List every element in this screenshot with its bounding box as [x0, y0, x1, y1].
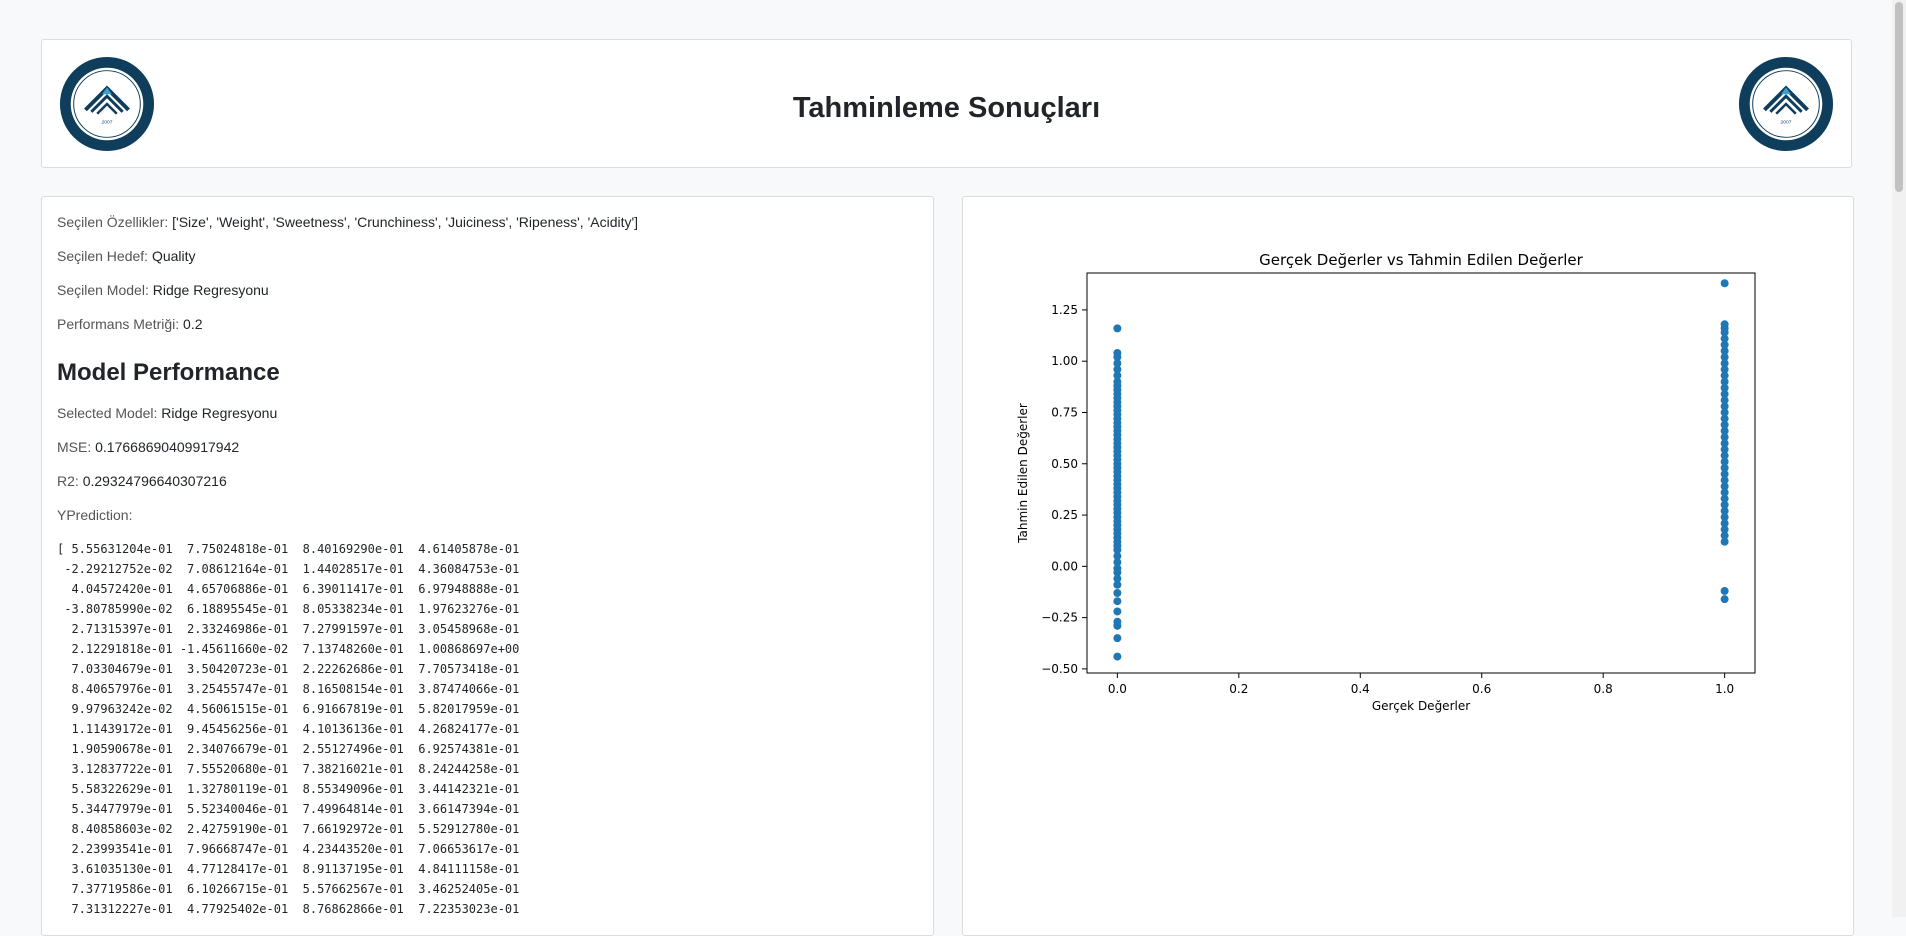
- y-tick-label: −0.50: [1041, 662, 1078, 676]
- page-title: Tahminleme Sonuçları: [792, 92, 1101, 124]
- yprediction-line: 2.12291818e-01 -1.45611660e-02 7.1374826…: [71, 642, 520, 656]
- page-scrollbar[interactable]: [1892, 0, 1906, 917]
- data-point: [1113, 652, 1122, 661]
- yprediction-line: 7.37719586e-01 6.10266715e-01 5.57662567…: [71, 882, 520, 896]
- x-axis-label: Gerçek Değerler: [1372, 699, 1470, 713]
- x-tick-label: 0.2: [1229, 682, 1248, 696]
- y-tick-label: 1.25: [1051, 303, 1078, 317]
- data-point: [1720, 595, 1729, 604]
- yprediction-line: 9.97963242e-02 4.56061515e-01 6.91667819…: [71, 702, 520, 716]
- r2-label: R2:: [57, 473, 79, 489]
- perf-selected-model-value: Ridge Regresyonu: [161, 405, 278, 421]
- yprediction-line: 1.90590678e-01 2.34076679e-01 2.55127496…: [71, 742, 520, 756]
- yprediction-line: [ 5.55631204e-01 7.75024818e-01 8.401692…: [57, 542, 520, 556]
- data-point: [1720, 586, 1729, 595]
- selected-model: Seçilen Model: Ridge Regresyonu: [57, 282, 269, 298]
- chart-panel: Gerçek Değerler vs Tahmin Edilen Değerle…: [962, 196, 1854, 936]
- r2-line: R2: 0.29324796640307216: [57, 473, 227, 489]
- plot-frame: [1086, 272, 1756, 674]
- yprediction-line: 5.34477979e-01 5.52340046e-01 7.49964814…: [71, 802, 520, 816]
- yprediction-line: 3.61035130e-01 4.77128417e-01 8.91137195…: [71, 862, 520, 876]
- data-point: [1113, 617, 1122, 626]
- yprediction-line: 3.12837722e-01 7.55520680e-01 7.38216021…: [71, 762, 520, 776]
- perf-selected-model-label: Selected Model:: [57, 405, 158, 421]
- mse-label: MSE:: [57, 439, 92, 455]
- data-point: [1113, 589, 1122, 597]
- data-point: [1720, 279, 1729, 288]
- data-point: [1720, 320, 1729, 329]
- chart-title: Gerçek Değerler vs Tahmin Edilen Değerle…: [1259, 251, 1583, 269]
- y-tick-label: 0.00: [1051, 559, 1078, 573]
- yprediction-label: YPrediction:: [57, 507, 133, 523]
- yprediction-line: -3.80785990e-02 6.18895545e-01 8.0533823…: [64, 602, 520, 616]
- selected-target-value: Quality: [151, 248, 196, 264]
- university-logo-right: 2007: [1738, 56, 1834, 152]
- selected-features-label: Seçilen Özellikler:: [57, 214, 169, 230]
- yprediction-line: 5.58322629e-01 1.32780119e-01 8.55349096…: [71, 782, 520, 796]
- data-point: [1113, 324, 1122, 333]
- selected-features-value: ['Size', 'Weight', 'Sweetness', 'Crunchi…: [172, 214, 639, 230]
- performance-metric-label: Performans Metriği:: [57, 316, 180, 332]
- scrollbar-thumb[interactable]: [1895, 2, 1903, 192]
- mse-line: MSE: 0.17668690409917942: [57, 439, 239, 455]
- scatter-chart: Gerçek Değerler vs Tahmin Edilen Değerle…: [1016, 251, 1756, 713]
- data-point: [1113, 607, 1122, 616]
- data-point: [1113, 349, 1122, 357]
- model-performance-heading: Model Performance: [57, 359, 280, 386]
- y-tick-label: 0.75: [1051, 405, 1078, 419]
- yprediction-line: 1.11439172e-01 9.45456256e-01 4.10136136…: [71, 722, 520, 736]
- yprediction-line: 2.71315397e-01 2.33246986e-01 7.27991597…: [71, 622, 520, 636]
- y-tick-label: −0.25: [1041, 611, 1078, 625]
- x-tick-label: 0.0: [1108, 682, 1127, 696]
- yprediction-line: -2.29212752e-02 7.08612164e-01 1.4402851…: [64, 562, 520, 576]
- r2-value: 0.29324796640307216: [82, 473, 227, 489]
- data-point: [1113, 597, 1122, 606]
- results-panel: Seçilen Özellikler: ['Size', 'Weight', '…: [41, 196, 934, 936]
- selected-model-label: Seçilen Model:: [57, 282, 149, 298]
- y-axis-label: Tahmin Edilen Değerler: [1016, 403, 1030, 544]
- yprediction-line: 7.03304679e-01 3.50420723e-01 2.22262686…: [71, 662, 520, 676]
- selected-features: Seçilen Özellikler: ['Size', 'Weight', '…: [57, 214, 638, 230]
- yprediction-line: 2.23993541e-01 7.96668747e-01 4.23443520…: [71, 842, 520, 856]
- svg-text:2007: 2007: [1781, 120, 1792, 126]
- yprediction-line: 8.40657976e-01 3.25455747e-01 8.16508154…: [71, 682, 520, 696]
- yprediction-values: [ 5.55631204e-01 7.75024818e-01 8.401692…: [57, 539, 519, 919]
- x-tick-label: 0.6: [1472, 682, 1491, 696]
- selected-target: Seçilen Hedef: Quality: [57, 248, 196, 264]
- x-tick-label: 1.0: [1715, 682, 1734, 696]
- header-card: 2007 Tahminleme Sonuçları 2007: [41, 39, 1852, 168]
- mse-value: 0.17668690409917942: [95, 439, 240, 455]
- performance-metric-value: 0.2: [183, 316, 203, 332]
- y-tick-label: 0.50: [1051, 457, 1078, 471]
- selected-model-value: Ridge Regresyonu: [152, 282, 269, 298]
- data-point: [1113, 634, 1122, 643]
- x-tick-label: 0.4: [1351, 682, 1370, 696]
- performance-metric: Performans Metriği: 0.2: [57, 316, 203, 332]
- perf-selected-model: Selected Model: Ridge Regresyonu: [57, 405, 277, 421]
- yprediction-line: 8.40858603e-02 2.42759190e-01 7.66192972…: [71, 822, 520, 836]
- yprediction-line: 7.31312227e-01 4.77925402e-01 8.76862866…: [71, 902, 520, 916]
- x-tick-label: 0.8: [1594, 682, 1613, 696]
- selected-target-label: Seçilen Hedef:: [57, 248, 149, 264]
- yprediction-line: 4.04572420e-01 4.65706886e-01 6.39011417…: [71, 582, 520, 596]
- y-tick-label: 0.25: [1051, 508, 1078, 522]
- y-tick-label: 1.00: [1051, 354, 1078, 368]
